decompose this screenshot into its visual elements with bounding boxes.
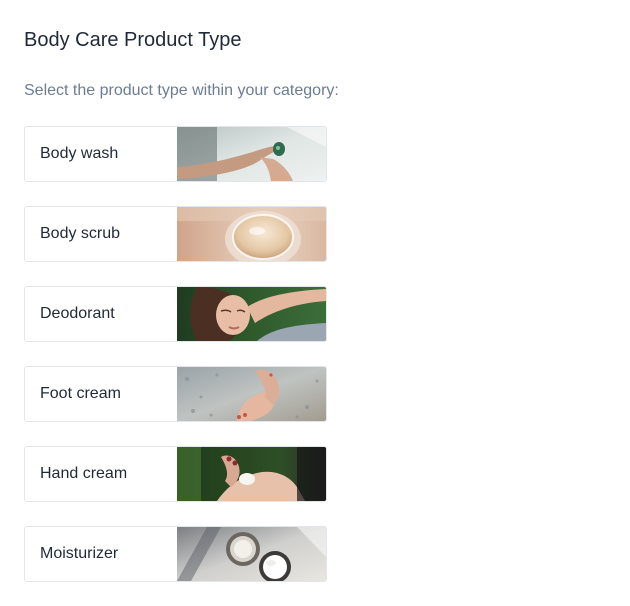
option-label: Foot cream [40, 385, 121, 402]
body-wash-photo [177, 127, 326, 181]
option-body-scrub[interactable]: Body scrub [24, 206, 327, 262]
option-label: Moisturizer [40, 545, 119, 562]
option-label: Body scrub [40, 225, 121, 242]
page-title: Body Care Product Type [24, 29, 242, 51]
option-hand-cream[interactable]: Hand cream [24, 446, 327, 502]
option-body-wash[interactable]: Body wash [24, 126, 327, 182]
foot-cream-photo [177, 367, 326, 421]
body-scrub-photo [177, 207, 326, 261]
option-label: Hand cream [40, 465, 128, 482]
option-moisturizer[interactable]: Moisturizer [24, 526, 327, 582]
hand-cream-photo [177, 447, 326, 501]
option-foot-cream[interactable]: Foot cream [24, 366, 327, 422]
option-label: Body wash [40, 145, 119, 162]
option-label: Deodorant [40, 305, 115, 322]
page-subtitle: Select the product type within your cate… [24, 82, 339, 99]
option-deodorant[interactable]: Deodorant [24, 286, 327, 342]
deodorant-photo [177, 287, 326, 341]
moisturizer-photo [177, 527, 326, 581]
